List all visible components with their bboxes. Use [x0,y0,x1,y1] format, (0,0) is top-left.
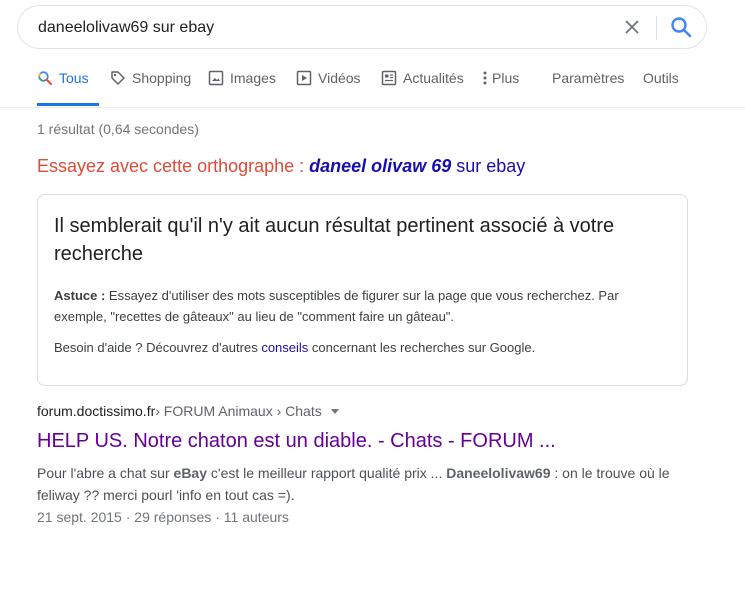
news-icon [381,70,397,86]
tips-link[interactable]: conseils [261,340,308,355]
tag-icon [111,71,125,85]
tab-label: Images [230,70,276,86]
result-site: forum.doctissimo.fr [37,403,156,419]
image-icon [208,70,224,86]
search-icon[interactable] [669,15,693,39]
result-title-link[interactable]: HELP US. Notre chaton est un diable. - C… [37,428,677,454]
tip-label: Astuce : [54,288,106,303]
search-icon [38,71,52,85]
tab-parametres[interactable]: Paramètres [552,70,624,106]
tip-paragraph: Astuce : Essayez d'utiliser des mots sus… [54,285,671,327]
tab-label: Actualités [403,70,464,86]
snippet-highlight: Daneelolivaw69 [446,465,551,481]
chevron-down-icon[interactable] [330,408,339,414]
help-prefix: Besoin d'aide ? Découvrez d'autres [54,340,262,355]
tab-videos[interactable]: Vidéos [296,70,361,106]
tab-label: Paramètres [552,70,625,86]
search-tabs: Tous Shopping Images Vidéos Actualités P… [0,70,745,108]
result-meta: 21 sept. 2015 · 29 réponses · 11 auteurs [37,509,289,525]
tab-actualites[interactable]: Actualités [381,70,464,106]
search-result: forum.doctissimo.fr › FORUM Animaux › Ch… [37,403,677,528]
no-result-card: Il semblerait qu'il n'y ait aucun résult… [37,194,688,386]
result-url: forum.doctissimo.fr › FORUM Animaux › Ch… [37,403,677,419]
result-snippet: Pour l'abre a chat sur eBay c'est le mei… [37,462,677,506]
search-divider [656,16,657,40]
tip-text: Essayez d'utiliser des mots susceptibles… [54,288,619,324]
snippet-highlight: eBay [173,465,207,481]
spelling-correction-link[interactable]: daneel olivaw 69 sur ebay [309,156,525,176]
tab-tous[interactable]: Tous [37,70,99,106]
result-breadcrumb: › FORUM Animaux › Chats [155,403,322,419]
no-result-title: Il semblerait qu'il n'y ait aucun résult… [54,215,615,265]
help-paragraph: Besoin d'aide ? Découvrez d'autres conse… [54,337,671,358]
tab-plus[interactable]: Plus [481,70,519,106]
more-vert-icon [483,71,487,85]
snippet-text: Pour l'abre a chat sur [37,465,174,481]
tab-images[interactable]: Images [208,70,276,106]
active-tab-indicator [37,103,99,106]
clear-icon[interactable] [621,16,643,38]
spelling-suggestion: Essayez avec cette orthographe : daneel … [37,156,525,177]
tab-label: Vidéos [318,70,361,86]
tab-shopping[interactable]: Shopping [110,70,191,106]
corrected-term: daneel olivaw 69 [309,156,452,176]
help-suffix: concernant les recherches sur Google. [308,340,536,355]
tab-label: Tous [59,70,89,86]
tab-outils[interactable]: Outils [643,70,679,106]
tab-label: Outils [643,70,679,86]
search-box[interactable]: daneelolivaw69 sur ebay [17,5,707,49]
spelling-prefix: Essayez avec cette orthographe : [37,156,310,176]
video-icon [296,70,312,86]
tab-label: Plus [492,70,520,86]
corrected-suffix: sur ebay [451,156,526,176]
result-stats: 1 résultat (0,64 secondes) [37,121,199,137]
tab-label: Shopping [132,70,192,86]
search-input[interactable]: daneelolivaw69 sur ebay [38,19,214,37]
snippet-text: c'est le meilleur rapport qualité prix .… [207,465,447,481]
